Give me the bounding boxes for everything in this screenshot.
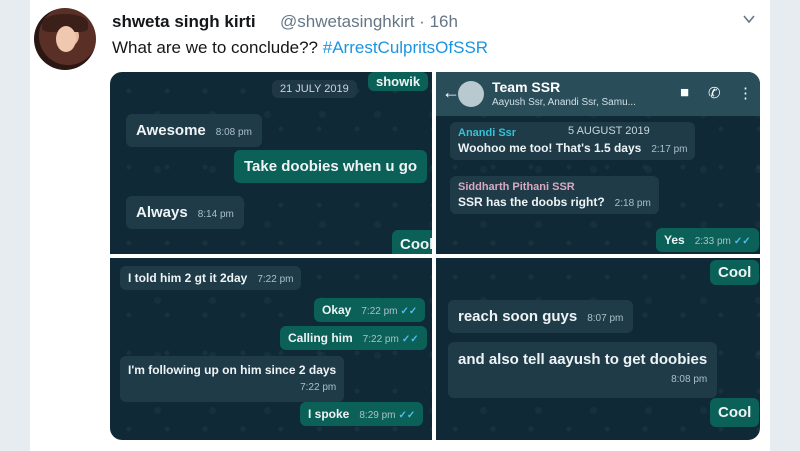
partial-message: showik	[368, 72, 429, 91]
phone-icon[interactable]: ✆	[708, 84, 721, 102]
tweet-card: shweta singh kirti @shwetasinghkirt · 16…	[30, 0, 770, 451]
message-bubble: I spoke 8:29 pm ✓✓	[300, 402, 424, 426]
group-avatar[interactable]	[458, 81, 484, 107]
message-bubble: Okay 7:22 pm ✓✓	[314, 298, 426, 322]
message-bubble: Cool	[710, 398, 760, 427]
message-bubble: and also tell aayush to get doobies 8:08…	[448, 342, 718, 398]
handle-and-time: @shwetasinghkirt · 16h	[280, 12, 458, 32]
chat-header: ← Team SSR Aayush Ssr, Anandi Ssr, Samu.…	[436, 72, 760, 116]
chat-screenshot-1[interactable]: 21 JULY 2019 showik Awesome 8:08 pm Take …	[110, 72, 432, 254]
tweet-text: What are we to conclude?? #ArrestCulprit…	[112, 38, 488, 58]
display-name[interactable]: shweta singh kirti	[112, 12, 256, 32]
video-call-icon[interactable]: ■	[680, 84, 689, 101]
more-options-icon[interactable]: ⋮	[738, 84, 753, 102]
date-pill: 21 JULY 2019	[272, 80, 357, 98]
read-receipt-icon: ✓✓	[398, 410, 416, 421]
separator: ·	[419, 12, 425, 31]
date-pill: 5 AUGUST 2019	[568, 125, 650, 137]
chat-screenshot-2[interactable]: ← Team SSR Aayush Ssr, Anandi Ssr, Samu.…	[436, 72, 760, 254]
read-receipt-icon: ✓✓	[401, 334, 419, 345]
read-receipt-icon: ✓✓	[733, 236, 751, 247]
read-receipt-icon: ✓✓	[400, 306, 418, 317]
chat-screenshot-4[interactable]: Cool reach soon guys 8:07 pm and also tel…	[436, 258, 760, 440]
message-bubble: Siddharth Pithani SSR SSR has the doobs …	[450, 176, 659, 214]
message-bubble: Awesome 8:08 pm	[126, 114, 262, 147]
group-members: Aayush Ssr, Anandi Ssr, Samu...	[492, 97, 636, 108]
message-bubble: I'm following up on him since 2 days 7:2…	[120, 356, 345, 402]
message-bubble: Calling him 7:22 pm ✓✓	[280, 326, 427, 350]
avatar[interactable]	[34, 8, 96, 70]
message-bubble: Cool	[710, 260, 760, 285]
message-bubble: Yes 2:33 pm ✓✓	[656, 228, 759, 252]
message-bubble: I told him 2 gt it 2day 7:22 pm	[120, 266, 302, 290]
chat-screenshot-3[interactable]: I told him 2 gt it 2day 7:22 pm Okay 7:22 …	[110, 258, 432, 440]
message-bubble: Always 8:14 pm	[126, 196, 244, 229]
tweet-body: What are we to conclude??	[112, 38, 319, 57]
message-bubble: reach soon guys 8:07 pm	[448, 300, 634, 333]
tweet-media-grid[interactable]: 21 JULY 2019 showik Awesome 8:08 pm Take …	[110, 72, 760, 440]
tweet-time[interactable]: 16h	[430, 12, 458, 31]
message-bubble: Cool	[392, 230, 432, 254]
user-handle[interactable]: @shwetasinghkirt	[280, 12, 414, 31]
group-name[interactable]: Team SSR	[492, 79, 560, 95]
message-bubble: Take doobies when u go	[234, 150, 428, 183]
chevron-down-icon[interactable]	[742, 12, 756, 26]
hashtag-link[interactable]: #ArrestCulpritsOfSSR	[323, 38, 488, 57]
